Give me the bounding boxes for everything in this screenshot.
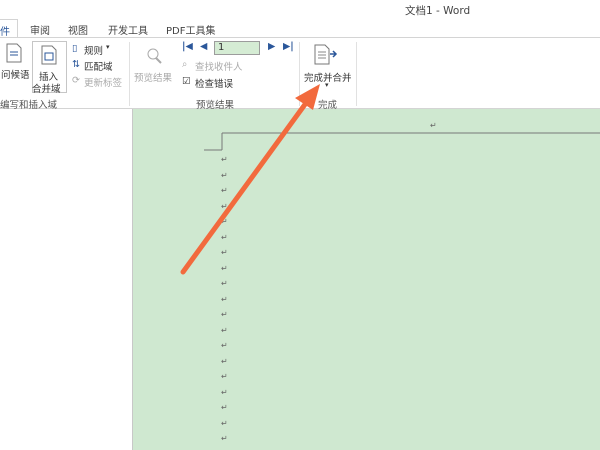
annotation-arrow <box>180 84 320 275</box>
